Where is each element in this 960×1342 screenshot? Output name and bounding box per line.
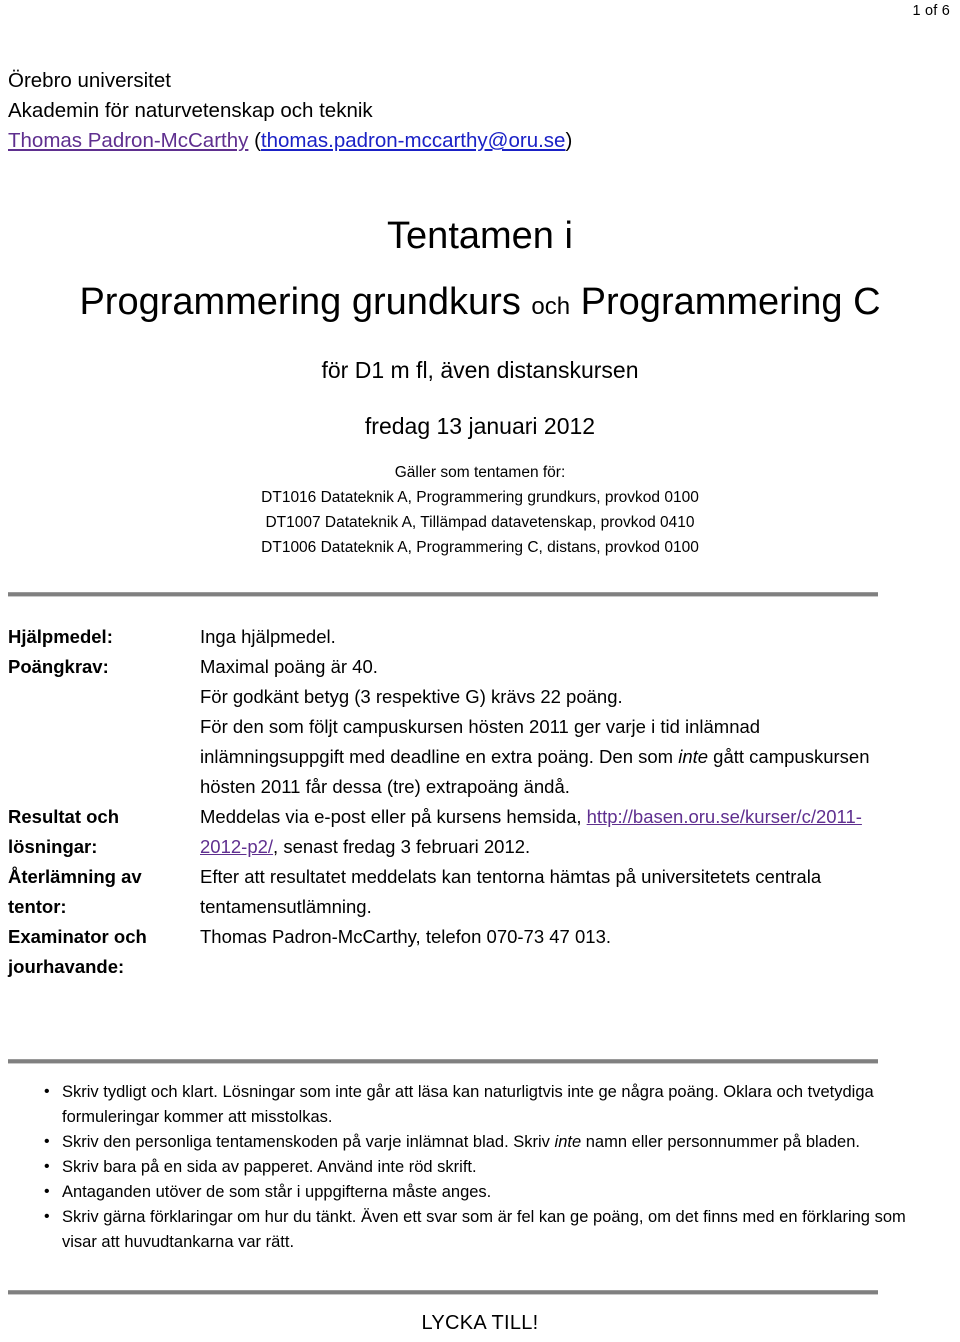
info-row-aids: Hjälpmedel: Inga hjälpmedel. [8, 622, 888, 652]
page-indicator: 1 of 6 [912, 3, 950, 19]
applies-to-course: DT1016 Datateknik A, Programmering grund… [261, 489, 699, 506]
paren-close: ) [565, 129, 573, 152]
applies-to-heading: Gäller som tentamen för: [394, 464, 566, 481]
list-item: • Skriv den personliga tentamenskoden på … [44, 1130, 906, 1155]
info-row-examiner: Examinator och jourhavande: Thomas Padron… [8, 922, 888, 982]
info-label-return: Återlämning av tentor: [8, 862, 200, 922]
points-line-3-pre: För den som följt campuskursen hösten 20… [200, 716, 761, 767]
exam-info-table: Hjälpmedel: Inga hjälpmedel. Poängkrav: … [8, 622, 888, 982]
points-line-1: Maximal poäng är 40. [200, 656, 378, 677]
author-email-link[interactable]: thomas.padron-mccarthy@oru.se [261, 129, 566, 152]
info-label-examiner-line1: Examinator och [8, 926, 147, 947]
instruction-text-pre: Skriv bara på en sida av papperet. Använ… [62, 1158, 477, 1176]
instruction-text-pre: Skriv tydligt och klart. Lösningar som i… [62, 1083, 874, 1126]
points-line-2: För godkänt betyg (3 respektive G) krävs… [200, 686, 623, 707]
applies-to-course: DT1007 Datateknik A, Tillämpad dataveten… [265, 514, 695, 531]
info-row-results: Resultat och lösningar: Meddelas via e-po… [8, 802, 888, 862]
applies-to-block: Gäller som tentamen för: DT1016 Datatekn… [0, 460, 960, 560]
info-label-examiner: Examinator och jourhavande: [8, 922, 200, 982]
horizontal-rule [8, 592, 878, 597]
info-row-points: Poängkrav: Maximal poäng är 40. För godk… [8, 652, 888, 802]
bullet-icon: • [44, 1183, 50, 1200]
instruction-text-emphasis: inte [554, 1133, 582, 1151]
points-line-3: För den som följt campuskursen hösten 20… [200, 712, 888, 802]
results-text: Meddelas via e-post eller på kursens hem… [200, 802, 888, 862]
results-pre-text: Meddelas via e-post eller på kursens hem… [200, 806, 587, 827]
department-name: Akademin för naturvetenskap och teknik [8, 99, 373, 122]
applies-to-course: DT1006 Datateknik A, Programmering C, di… [261, 539, 699, 556]
info-value-return: Efter att resultatet meddelats kan tento… [200, 862, 888, 922]
author-homepage-link[interactable]: Thomas Padron-McCarthy [8, 129, 248, 152]
examiner-text: Thomas Padron-McCarthy, telefon 070-73 4… [200, 926, 611, 947]
bullet-icon: • [44, 1133, 50, 1150]
info-label-examiner-line2: jourhavande: [8, 956, 125, 977]
instruction-text-pre: Skriv den personliga tentamenskoden på v… [62, 1133, 555, 1151]
info-label-results-line1: Resultat och [8, 806, 120, 827]
info-value-results: Meddelas via e-post eller på kursens hem… [200, 802, 888, 862]
instruction-text-pre: Skriv gärna förklaringar om hur du tänkt… [62, 1208, 906, 1251]
author-line: Thomas Padron-McCarthy (thomas.padron-mc… [8, 126, 572, 156]
course-homepage-link[interactable]: http://basen.oru.se [587, 806, 740, 827]
list-item: • Antaganden utöver de som står i uppgift… [44, 1180, 906, 1205]
university-name: Örebro universitet [8, 69, 171, 92]
horizontal-rule [8, 1290, 878, 1295]
instruction-text-post: namn eller personnummer på bladen. [581, 1133, 860, 1151]
info-row-return: Återlämning av tentor: Efter att resultat… [8, 862, 888, 922]
document-header: Örebro universitet Akademin för naturvet… [8, 66, 572, 156]
list-item: • Skriv gärna förklaringar om hur du tänk… [44, 1205, 906, 1255]
bullet-icon: • [44, 1083, 50, 1100]
exam-title-line1: Tentamen i [387, 215, 573, 257]
info-label-results: Resultat och lösningar: [8, 802, 200, 862]
return-text: Efter att resultatet meddelats kan tento… [200, 866, 822, 917]
document-page: 1 of 6 Örebro universitet Akademin för n… [0, 0, 960, 1342]
title-block: Tentamen i Programmering grundkurs och P… [0, 212, 960, 441]
course-name-secondary: Programmering C [580, 281, 881, 323]
instruction-text-pre: Antaganden utöver de som står i uppgifte… [62, 1183, 492, 1201]
results-post-text: , senast fredag 3 februari 2012. [273, 836, 531, 857]
exam-audience: för D1 m fl, även distanskursen [321, 357, 639, 383]
info-value-points: Maximal poäng är 40. För godkänt betyg (… [200, 652, 888, 802]
bullet-icon: • [44, 1158, 50, 1175]
info-label-results-line2: lösningar: [8, 836, 98, 857]
info-label-aids: Hjälpmedel: [8, 626, 113, 647]
info-label-return-line2: tentor: [8, 896, 67, 917]
info-value-examiner: Thomas Padron-McCarthy, telefon 070-73 4… [200, 922, 888, 952]
info-label-points: Poängkrav: [8, 656, 109, 677]
good-luck-footer: LYCKA TILL! [421, 1312, 539, 1334]
exam-date: fredag 13 januari 2012 [364, 413, 596, 439]
course-conjunction: och [531, 293, 571, 320]
aids-text: Inga hjälpmedel. [200, 626, 336, 647]
paren-open: ( [248, 129, 261, 152]
bullet-icon: • [44, 1208, 50, 1225]
info-label-return-line1: Återlämning av [8, 866, 142, 887]
exam-course-title: Programmering grundkurs och Programmerin… [0, 278, 960, 331]
list-item: • Skriv tydligt och klart. Lösningar som … [44, 1080, 906, 1130]
instructions-list: • Skriv tydligt och klart. Lösningar som … [0, 1080, 906, 1255]
horizontal-rule [8, 1059, 878, 1064]
info-value-aids: Inga hjälpmedel. [200, 622, 888, 652]
course-name-primary: Programmering grundkurs [79, 281, 521, 323]
points-line-3-emphasis: inte [678, 746, 709, 767]
list-item: • Skriv bara på en sida av papperet. Anvä… [44, 1155, 906, 1180]
